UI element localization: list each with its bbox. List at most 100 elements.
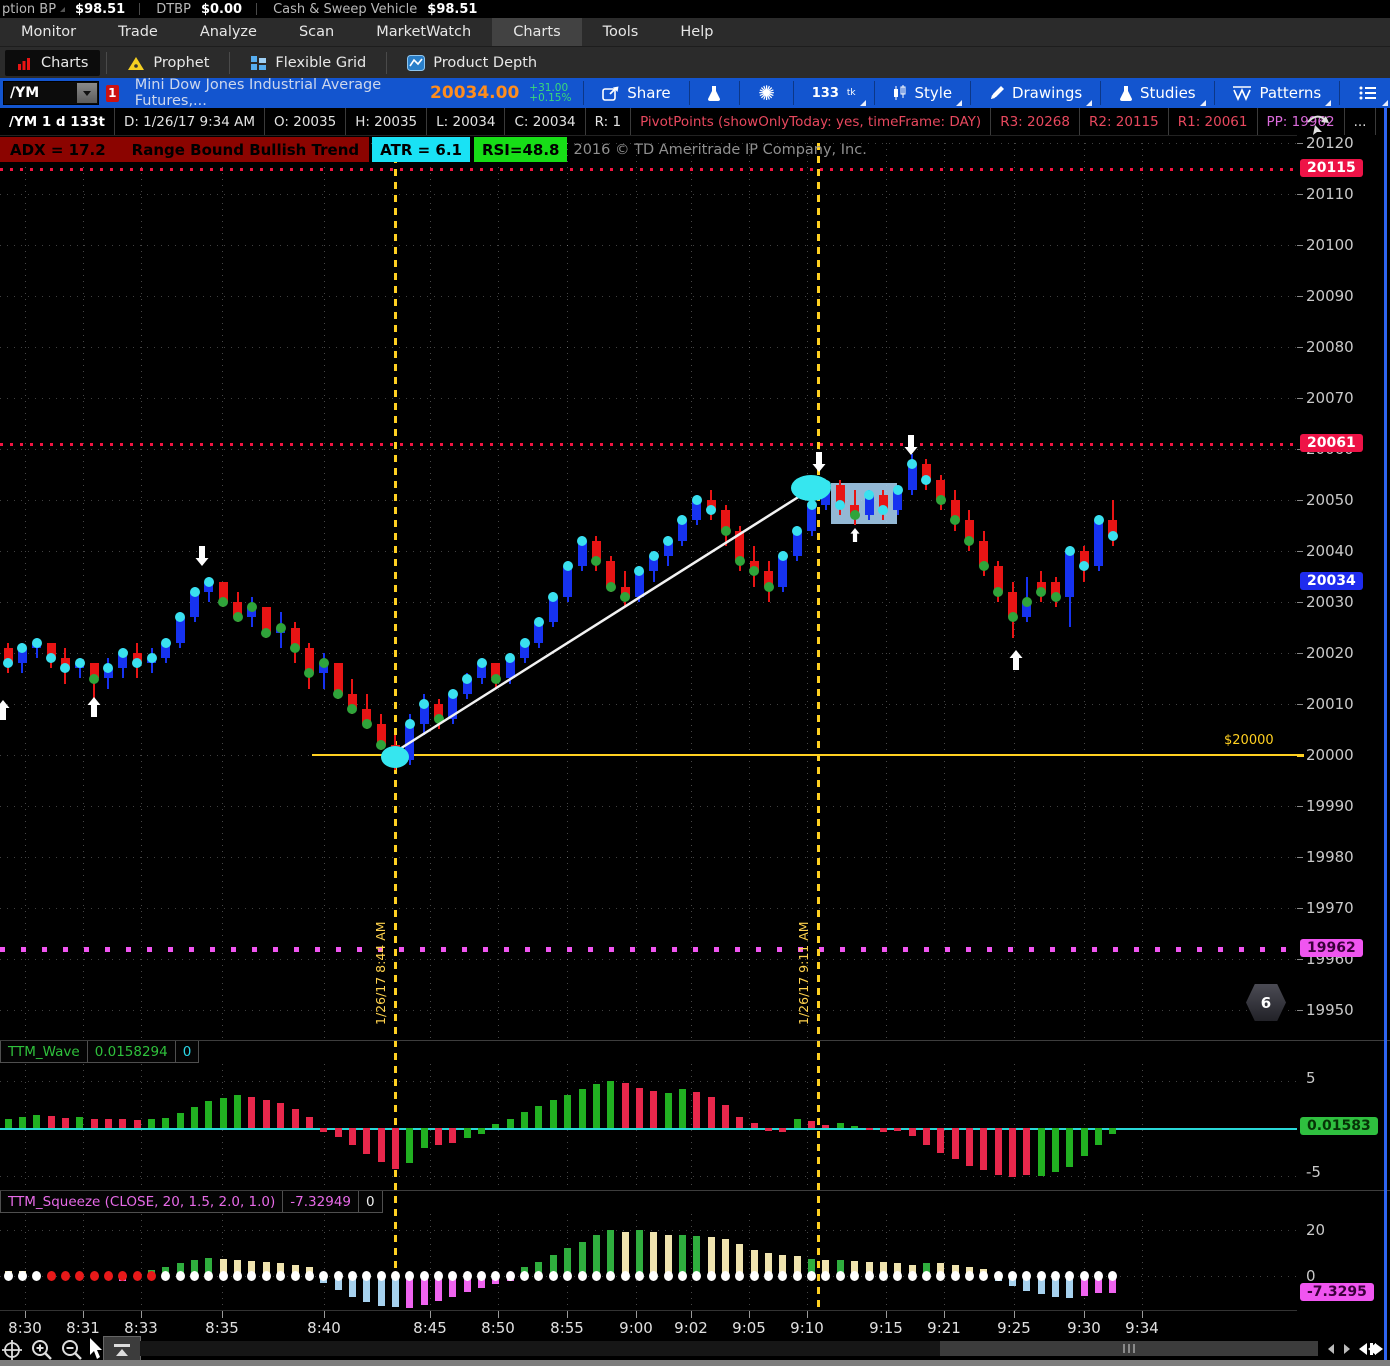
trend-dot [591, 556, 601, 566]
gridline-vertical [691, 1214, 692, 1308]
wave-bar [320, 1128, 327, 1132]
panel-separator [0, 1040, 1390, 1041]
time-axis-label: 8:40 [307, 1319, 341, 1337]
vertical-line-label: 1/26/17 8:44 AM [373, 893, 388, 1025]
auto-scroll-toggle-icon[interactable] [1358, 1340, 1386, 1358]
wave-bar [62, 1118, 69, 1128]
pivot-level-line [0, 168, 1297, 171]
trend-dot [792, 526, 802, 536]
squeeze-dot [750, 1271, 759, 1281]
time-axis-label: 9:21 [927, 1319, 961, 1337]
gridline-horizontal [0, 857, 1297, 858]
squeeze-dot [204, 1271, 213, 1281]
price-axis-label: 20110 [1306, 185, 1354, 203]
time-tick [749, 1311, 750, 1318]
window-active-border [1384, 108, 1387, 1360]
scroll-left-button[interactable] [1328, 1344, 1334, 1354]
wave-bar [1109, 1128, 1116, 1134]
squeeze-dot [147, 1271, 156, 1281]
pan-tool-icon[interactable] [2, 1340, 24, 1360]
time-tick [25, 1311, 26, 1318]
squeeze-dot [61, 1271, 70, 1281]
axis-tick [1297, 500, 1303, 501]
wave-bar [263, 1100, 270, 1129]
wave-value-pill: 0.01583 [1300, 1117, 1378, 1135]
squeeze-dot [764, 1271, 773, 1281]
scrollbar-grip [1128, 1344, 1130, 1353]
ttm-wave-label[interactable]: TTM_Wave [0, 1040, 88, 1063]
time-tick [567, 1311, 568, 1318]
gridline-horizontal [0, 806, 1297, 807]
cursor-tool-icon[interactable] [88, 1338, 104, 1360]
price-level-pill: 20061 [1300, 434, 1363, 452]
trend-dot [319, 658, 329, 668]
zoom-out-icon[interactable] [60, 1339, 84, 1361]
gridline-vertical [498, 143, 499, 1038]
squeeze-dot [635, 1271, 644, 1281]
pointer-mode-icon[interactable] [1305, 113, 1335, 139]
chart-plot-area[interactable]: 2012020110201002009020080200702006020050… [0, 0, 1390, 1366]
wave-bar [765, 1128, 772, 1131]
wave-bar [894, 1128, 901, 1131]
axis-tick [1297, 602, 1303, 603]
price-axis-label: 20100 [1306, 236, 1354, 254]
wave-bar [650, 1091, 657, 1128]
wave-bar [1095, 1128, 1102, 1145]
squeeze-dot [1008, 1271, 1017, 1281]
trend-dot [1051, 592, 1061, 602]
scroll-right-button[interactable] [1344, 1344, 1350, 1354]
wave-bar [162, 1118, 169, 1128]
gridline-horizontal [0, 347, 1297, 348]
wave-bar [48, 1116, 55, 1128]
squeeze-dot [678, 1271, 687, 1281]
wave-bar [33, 1115, 40, 1128]
price-level-pill: 20115 [1300, 159, 1363, 177]
squeeze-bar [679, 1235, 686, 1276]
axis-tick [1297, 806, 1303, 807]
trend-dot [735, 556, 745, 566]
ttm-wave-value: 0.0158294 [88, 1040, 176, 1063]
wave-bar [1009, 1128, 1016, 1177]
gridline-vertical [83, 143, 84, 1038]
ttm-squeeze-value: -7.32949 [283, 1190, 359, 1213]
wave-bar [535, 1106, 542, 1128]
zoom-in-icon[interactable] [30, 1339, 54, 1361]
wave-bar [464, 1128, 471, 1138]
trend-dot [563, 561, 573, 571]
vertical-drawing-line[interactable] [817, 143, 820, 1308]
ttm-wave-zero: 0 [176, 1040, 200, 1063]
wave-bar [234, 1095, 241, 1128]
horizontal-drawing-line[interactable] [312, 754, 1297, 756]
wave-bar [5, 1119, 12, 1129]
squeeze-dot [104, 1271, 113, 1281]
collapse-panel-button[interactable] [103, 1336, 141, 1363]
gridline-horizontal [0, 1010, 1297, 1011]
wave-bar [579, 1089, 586, 1128]
trend-dot [204, 577, 214, 587]
squeeze-dot [1080, 1271, 1089, 1281]
wave-bar [851, 1126, 858, 1128]
trend-dot [161, 638, 171, 648]
time-tick [636, 1311, 637, 1318]
gridline-vertical [944, 1064, 945, 1186]
time-tick [141, 1311, 142, 1318]
price-axis-label: 20050 [1306, 491, 1354, 509]
wave-bar [822, 1125, 829, 1128]
chart-scrollbar[interactable] [140, 1341, 1318, 1356]
wave-bar [292, 1109, 299, 1128]
wave-bar [521, 1112, 528, 1128]
gridline-vertical [1142, 1214, 1143, 1308]
wave-bar [76, 1117, 83, 1128]
gridline-vertical [25, 143, 26, 1038]
wave-bar [808, 1121, 815, 1128]
trend-dot [434, 714, 444, 724]
squeeze-dot [979, 1271, 988, 1281]
wave-bar [1081, 1128, 1088, 1156]
wave-bar [837, 1123, 844, 1128]
wave-bar [492, 1124, 499, 1128]
squeeze-dot [391, 1271, 400, 1281]
wave-bar [91, 1119, 98, 1129]
ttm-squeeze-label[interactable]: TTM_Squeeze (CLOSE, 20, 1.5, 2.0, 1.0) [0, 1190, 283, 1213]
scrollbar-thumb[interactable] [940, 1341, 1318, 1356]
squeeze-dot [807, 1271, 816, 1281]
